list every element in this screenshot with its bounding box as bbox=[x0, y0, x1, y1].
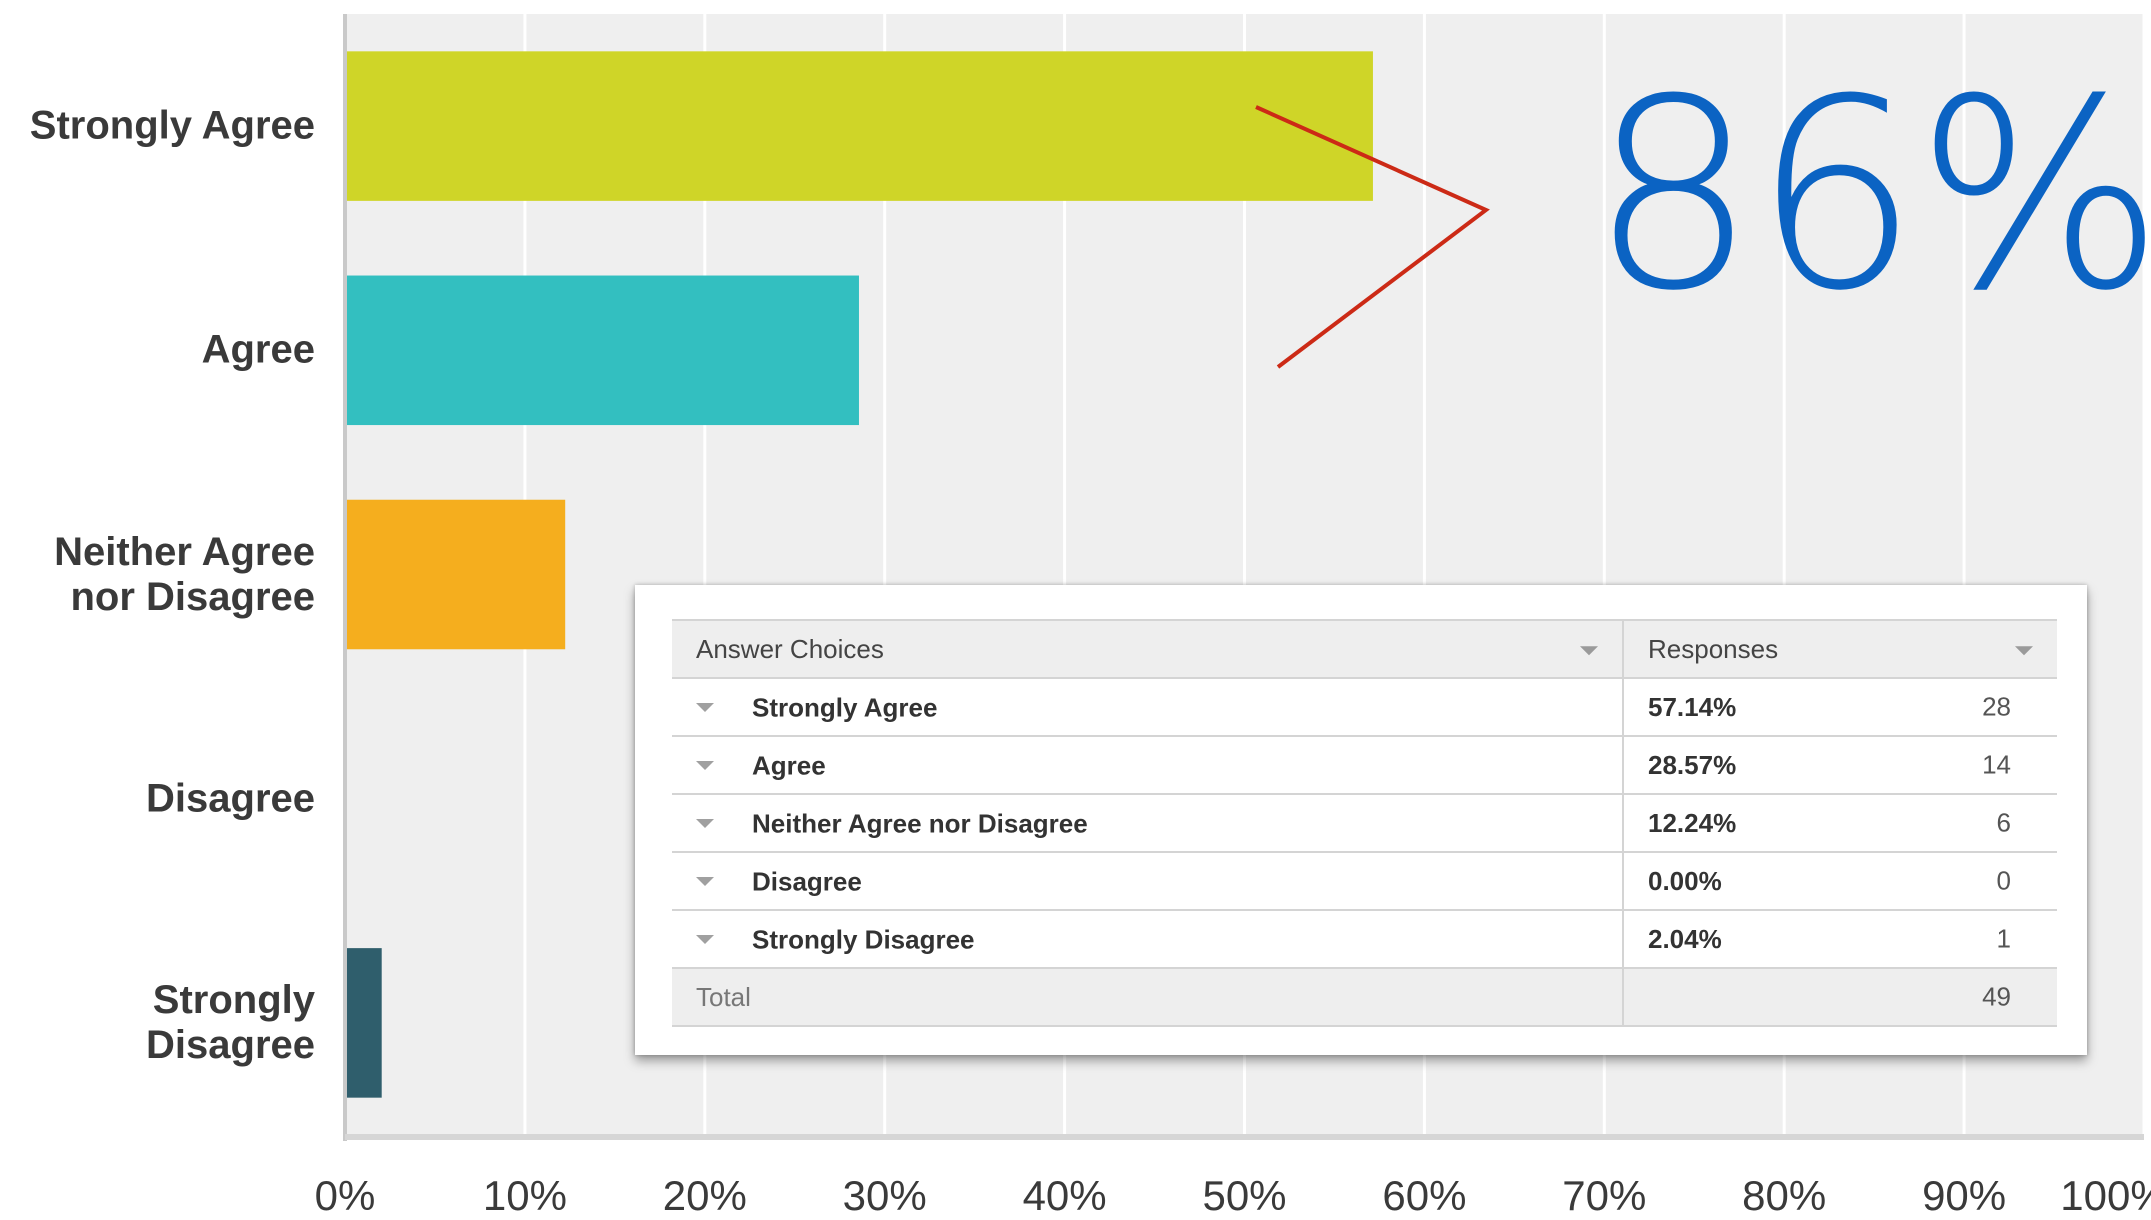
bar bbox=[345, 499, 566, 650]
table-header-row: Answer Choices Responses bbox=[672, 619, 2057, 679]
choice-cell: Neither Agree nor Disagree bbox=[672, 794, 1624, 853]
total-label: Total bbox=[696, 981, 751, 1012]
responses-table: Answer Choices Responses Strongly Agree 5… bbox=[672, 619, 2057, 1027]
choice-cell: Agree bbox=[672, 736, 1624, 795]
table-row: Strongly Agree 57.14% 28 bbox=[672, 678, 2057, 737]
table-total-row: Total 49 bbox=[672, 968, 2057, 1027]
choice-label: Agree bbox=[752, 750, 826, 781]
response-count: 0 bbox=[1996, 865, 2011, 896]
answer-choices-header-label: Answer Choices bbox=[696, 633, 884, 664]
bar bbox=[345, 275, 859, 426]
response-percent: 12.24% bbox=[1648, 807, 1737, 838]
response-percent: 28.57% bbox=[1648, 749, 1737, 780]
x-tick-label: 20% bbox=[662, 1172, 747, 1219]
expand-caret-icon[interactable] bbox=[696, 761, 714, 771]
x-tick-label: 60% bbox=[1382, 1172, 1467, 1219]
answer-choices-header[interactable]: Answer Choices bbox=[672, 619, 1624, 679]
category-label: Disagree bbox=[146, 776, 315, 821]
table-row: Disagree 0.00% 0 bbox=[672, 852, 2057, 911]
choice-cell: Disagree bbox=[672, 852, 1624, 911]
response-count: 14 bbox=[1982, 749, 2011, 780]
total-count: 49 bbox=[1982, 981, 2011, 1012]
category-label: Agree bbox=[201, 327, 315, 372]
callout-percentage: 86% bbox=[1590, 43, 2151, 348]
expand-caret-icon[interactable] bbox=[696, 935, 714, 945]
x-tick-label: 80% bbox=[1742, 1172, 1827, 1219]
table-body: Strongly Agree 57.14% 28 Agree 28.57% 14 Neith… bbox=[672, 678, 2057, 969]
response-count: 28 bbox=[1982, 691, 2011, 722]
response-percent: 2.04% bbox=[1648, 923, 1722, 954]
x-tick-label: 90% bbox=[1922, 1172, 2007, 1219]
total-label-cell: Total bbox=[672, 968, 1624, 1027]
response-percent: 57.14% bbox=[1648, 691, 1737, 722]
response-cell: 0.00% 0 bbox=[1623, 852, 2057, 911]
choice-label: Strongly Disagree bbox=[752, 924, 975, 955]
choice-label: Disagree bbox=[752, 866, 862, 897]
response-cell: 57.14% 28 bbox=[1623, 678, 2057, 737]
response-percent: 0.00% bbox=[1648, 865, 1722, 896]
responses-header[interactable]: Responses bbox=[1623, 619, 2057, 679]
x-tick-label: 40% bbox=[1022, 1172, 1107, 1219]
responses-table-card: Answer Choices Responses Strongly Agree 5… bbox=[635, 585, 2087, 1073]
category-label: Strongly Agree bbox=[29, 103, 315, 148]
response-count: 1 bbox=[1996, 923, 2011, 954]
x-tick-label: 0% bbox=[314, 1172, 376, 1219]
response-cell: 12.24% 6 bbox=[1623, 794, 2057, 853]
category-label: Neither Agree nor Disagree bbox=[54, 529, 315, 619]
choice-cell: Strongly Agree bbox=[672, 678, 1624, 737]
x-tick-label: 70% bbox=[1562, 1172, 1647, 1219]
choice-label: Strongly Agree bbox=[752, 692, 938, 723]
x-tick-label: 100% bbox=[2060, 1172, 2151, 1219]
expand-caret-icon[interactable] bbox=[696, 819, 714, 829]
x-tick-label: 50% bbox=[1202, 1172, 1287, 1219]
table-row: Agree 28.57% 14 bbox=[672, 736, 2057, 795]
response-cell: 2.04% 1 bbox=[1623, 910, 2057, 969]
sort-caret-icon[interactable] bbox=[1580, 646, 1598, 656]
choice-cell: Strongly Disagree bbox=[672, 910, 1624, 969]
category-label: Strongly Disagree bbox=[146, 977, 315, 1067]
bar bbox=[345, 948, 382, 1098]
table-row: Strongly Disagree 2.04% 1 bbox=[672, 910, 2057, 969]
expand-caret-icon[interactable] bbox=[696, 703, 714, 713]
table-row: Neither Agree nor Disagree 12.24% 6 bbox=[672, 794, 2057, 853]
choice-label: Neither Agree nor Disagree bbox=[752, 808, 1088, 839]
x-tick-label: 30% bbox=[842, 1172, 927, 1219]
response-cell: 28.57% 14 bbox=[1623, 736, 2057, 795]
total-count-cell: 49 bbox=[1623, 968, 2057, 1027]
sort-caret-icon[interactable] bbox=[2015, 646, 2033, 656]
x-tick-label: 10% bbox=[482, 1172, 567, 1219]
expand-caret-icon[interactable] bbox=[696, 877, 714, 887]
bar bbox=[345, 51, 1373, 201]
responses-header-label: Responses bbox=[1648, 633, 1779, 664]
response-count: 6 bbox=[1996, 807, 2011, 838]
